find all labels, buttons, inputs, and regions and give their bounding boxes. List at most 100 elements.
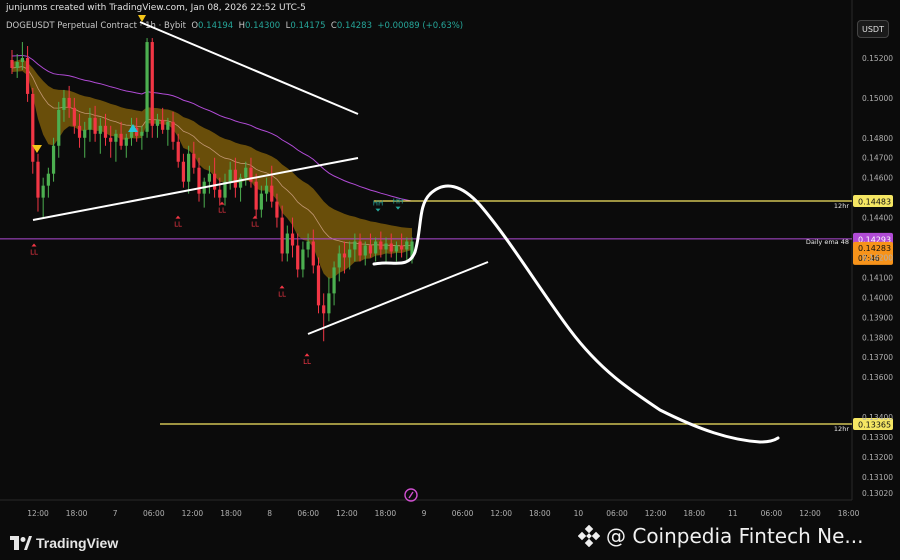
x-tick-label: 06:00 (606, 509, 628, 518)
y-tick-label: 0.14700 (862, 154, 893, 163)
candle-body (197, 167, 201, 194)
x-tick-label: 9 (422, 509, 427, 518)
x-tick-label: 12:00 (27, 509, 49, 518)
tradingview-logo-icon (10, 536, 32, 550)
watermark-text: @ Coinpedia Fintech Ne... (606, 524, 864, 548)
candle-body (77, 125, 82, 138)
candle-body (337, 253, 341, 268)
x-tick-label: 8 (267, 509, 272, 518)
x-tick-label: 12:00 (336, 509, 358, 518)
candle-body (363, 245, 367, 256)
x-tick-label: 06:00 (452, 509, 474, 518)
candle-body (311, 241, 315, 266)
candle-body (285, 233, 289, 254)
candle-body (46, 173, 50, 186)
trendline-upper-resistance[interactable] (139, 21, 359, 115)
tradingview-logo[interactable]: TradingView (10, 535, 118, 551)
candle-body (384, 243, 388, 250)
candle-body (348, 249, 352, 258)
ema-ribbon-fill (12, 58, 412, 279)
pivot-label-ll: LL (278, 290, 286, 298)
level-lines: 12hr 0.1448312hr 0.13365Daily ema 48 0.1429… (0, 195, 893, 433)
candle-body (36, 161, 40, 198)
candle-body (51, 145, 56, 174)
candle-body (20, 58, 24, 62)
x-tick-label: 10 (574, 509, 584, 518)
candle-body (67, 97, 71, 108)
candle-body (25, 58, 30, 94)
candle-body (379, 241, 383, 250)
candle-body (145, 42, 149, 132)
y-tick-label: 0.14200 (862, 253, 893, 262)
candle-body (254, 181, 258, 210)
candle-body (358, 241, 362, 256)
pivot-label-ll: LL (218, 207, 226, 215)
pivot-marker-icon (252, 215, 258, 219)
candle-body (316, 265, 321, 306)
x-tick-label: 06:00 (297, 509, 319, 518)
candle-body (332, 267, 336, 294)
candle-body (368, 245, 373, 254)
candle-body (405, 241, 409, 250)
pivot-marker-icon (31, 243, 37, 247)
binance-icon (578, 525, 600, 547)
candle-body (228, 169, 232, 182)
y-tick-label: 0.14600 (862, 174, 893, 183)
sell-signal-top-icon (138, 15, 146, 22)
candle-body (301, 249, 305, 270)
y-tick-label: 0.14400 (862, 214, 893, 223)
level-tag: Daily ema 48 (806, 238, 849, 246)
candle-body (88, 117, 92, 130)
pivot-marker-icon (375, 208, 381, 212)
x-tick-label: 12:00 (645, 509, 667, 518)
candle-body (207, 173, 212, 182)
candle-body (400, 245, 404, 250)
y-tick-label: 0.13800 (862, 333, 893, 342)
candle-body (233, 169, 237, 188)
ema-long-line (11, 54, 413, 202)
y-tick-label: 0.15000 (862, 94, 893, 103)
ema-ribbon (11, 54, 413, 279)
candle-body (181, 161, 186, 182)
y-tick-label: 0.13020 (862, 489, 893, 498)
candle-body (290, 233, 295, 246)
candle-body (140, 131, 144, 136)
candle-body (306, 241, 310, 250)
level-tag: 12hr (834, 202, 849, 210)
pivot-marker-icon (304, 353, 310, 357)
y-tick-label: 0.14000 (862, 293, 893, 302)
candle-body (176, 141, 180, 162)
candle-body (124, 137, 128, 146)
candle-body (103, 125, 108, 138)
x-tick-label: 12:00 (182, 509, 204, 518)
candle-body (322, 305, 326, 314)
watermark: @ Coinpedia Fintech Ne... (578, 524, 863, 548)
x-tick-label: 18:00 (838, 509, 860, 518)
pivot-label-ll: LL (174, 221, 182, 229)
level-price-label: 0.14483 (858, 198, 891, 207)
candle-body (296, 245, 300, 270)
candle-body (218, 189, 222, 198)
y-tick-label: 0.13100 (862, 473, 893, 482)
candle-body (187, 153, 191, 182)
replay-icon[interactable] (404, 488, 418, 502)
candle-body (57, 109, 61, 146)
pivot-marker-icon (175, 215, 181, 219)
pivot-label-ll: LL (30, 249, 38, 257)
candle-body (72, 107, 76, 126)
candle-body (342, 253, 347, 258)
candle-body (353, 241, 357, 250)
candle-body (259, 193, 263, 210)
x-tick-label: 7 (113, 509, 118, 518)
y-tick-label: 0.14100 (862, 273, 893, 282)
candle-body (161, 119, 165, 130)
pivot-marker-icon (279, 285, 285, 289)
projection-path[interactable] (372, 184, 780, 444)
candle-body (155, 119, 160, 126)
candle-body (171, 121, 175, 142)
y-tick-label: 0.13600 (862, 373, 893, 382)
candle-body (114, 133, 118, 142)
x-tick-label: 18:00 (220, 509, 242, 518)
candle-body (280, 217, 284, 254)
price-chart[interactable]: 12hr 0.1448312hr 0.13365Daily ema 48 0.1429… (0, 0, 900, 560)
